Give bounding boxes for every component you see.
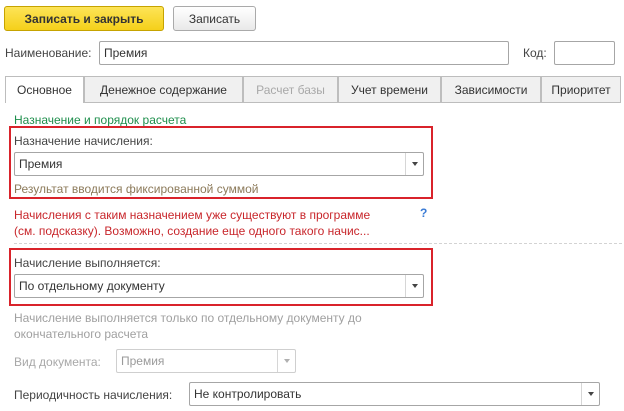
tab-panel-border — [5, 102, 621, 103]
tab-salary[interactable]: Денежное содержание — [84, 76, 243, 102]
execution-select[interactable]: По отдельному документу — [14, 274, 424, 298]
purpose-hint: Результат вводится фиксированной суммой — [14, 182, 259, 196]
doc-type-label: Вид документа: — [14, 355, 101, 369]
purpose-select[interactable]: Премия — [14, 152, 424, 176]
section-title: Назначение и порядок расчета — [14, 113, 187, 127]
purpose-label: Назначение начисления: — [14, 134, 153, 148]
doc-type-select: Премия — [116, 349, 296, 373]
tab-main[interactable]: Основное — [5, 76, 84, 103]
periodicity-select-value: Не контролировать — [194, 387, 302, 401]
chevron-down-icon — [277, 350, 295, 372]
warning-text-line1: Начисления с таким назначением уже сущес… — [14, 208, 371, 222]
execution-label: Начисление выполняется: — [14, 256, 161, 270]
warning-text-line2: (см. подсказку). Возможно, создание еще … — [14, 224, 370, 238]
execution-hint-line1: Начисление выполняется только по отдельн… — [14, 311, 362, 325]
doc-type-select-value: Премия — [121, 354, 165, 368]
tab-dependencies[interactable]: Зависимости — [441, 76, 541, 102]
chevron-down-icon[interactable] — [581, 383, 599, 405]
tab-priority[interactable]: Приоритет — [541, 76, 621, 102]
name-input-value: Премия — [104, 46, 148, 60]
execution-hint-line2: окончательного расчета — [14, 327, 149, 341]
write-button[interactable]: Записать — [173, 6, 256, 31]
code-input[interactable] — [554, 41, 615, 65]
periodicity-select[interactable]: Не контролировать — [189, 382, 600, 406]
chevron-down-icon[interactable] — [405, 275, 423, 297]
divider — [14, 243, 622, 244]
tab-time-accounting[interactable]: Учет времени — [338, 76, 441, 102]
name-label: Наименование: — [5, 46, 92, 60]
help-icon[interactable]: ? — [420, 206, 427, 220]
name-input[interactable]: Премия — [99, 41, 509, 65]
execution-select-value: По отдельному документу — [19, 279, 165, 293]
purpose-select-value: Премия — [19, 157, 63, 171]
chevron-down-icon[interactable] — [405, 153, 423, 175]
periodicity-label: Периодичность начисления: — [14, 388, 173, 402]
write-and-close-button[interactable]: Записать и закрыть — [4, 6, 164, 31]
tab-base-calculation: Расчет базы — [243, 76, 338, 102]
code-label: Код: — [523, 46, 547, 60]
